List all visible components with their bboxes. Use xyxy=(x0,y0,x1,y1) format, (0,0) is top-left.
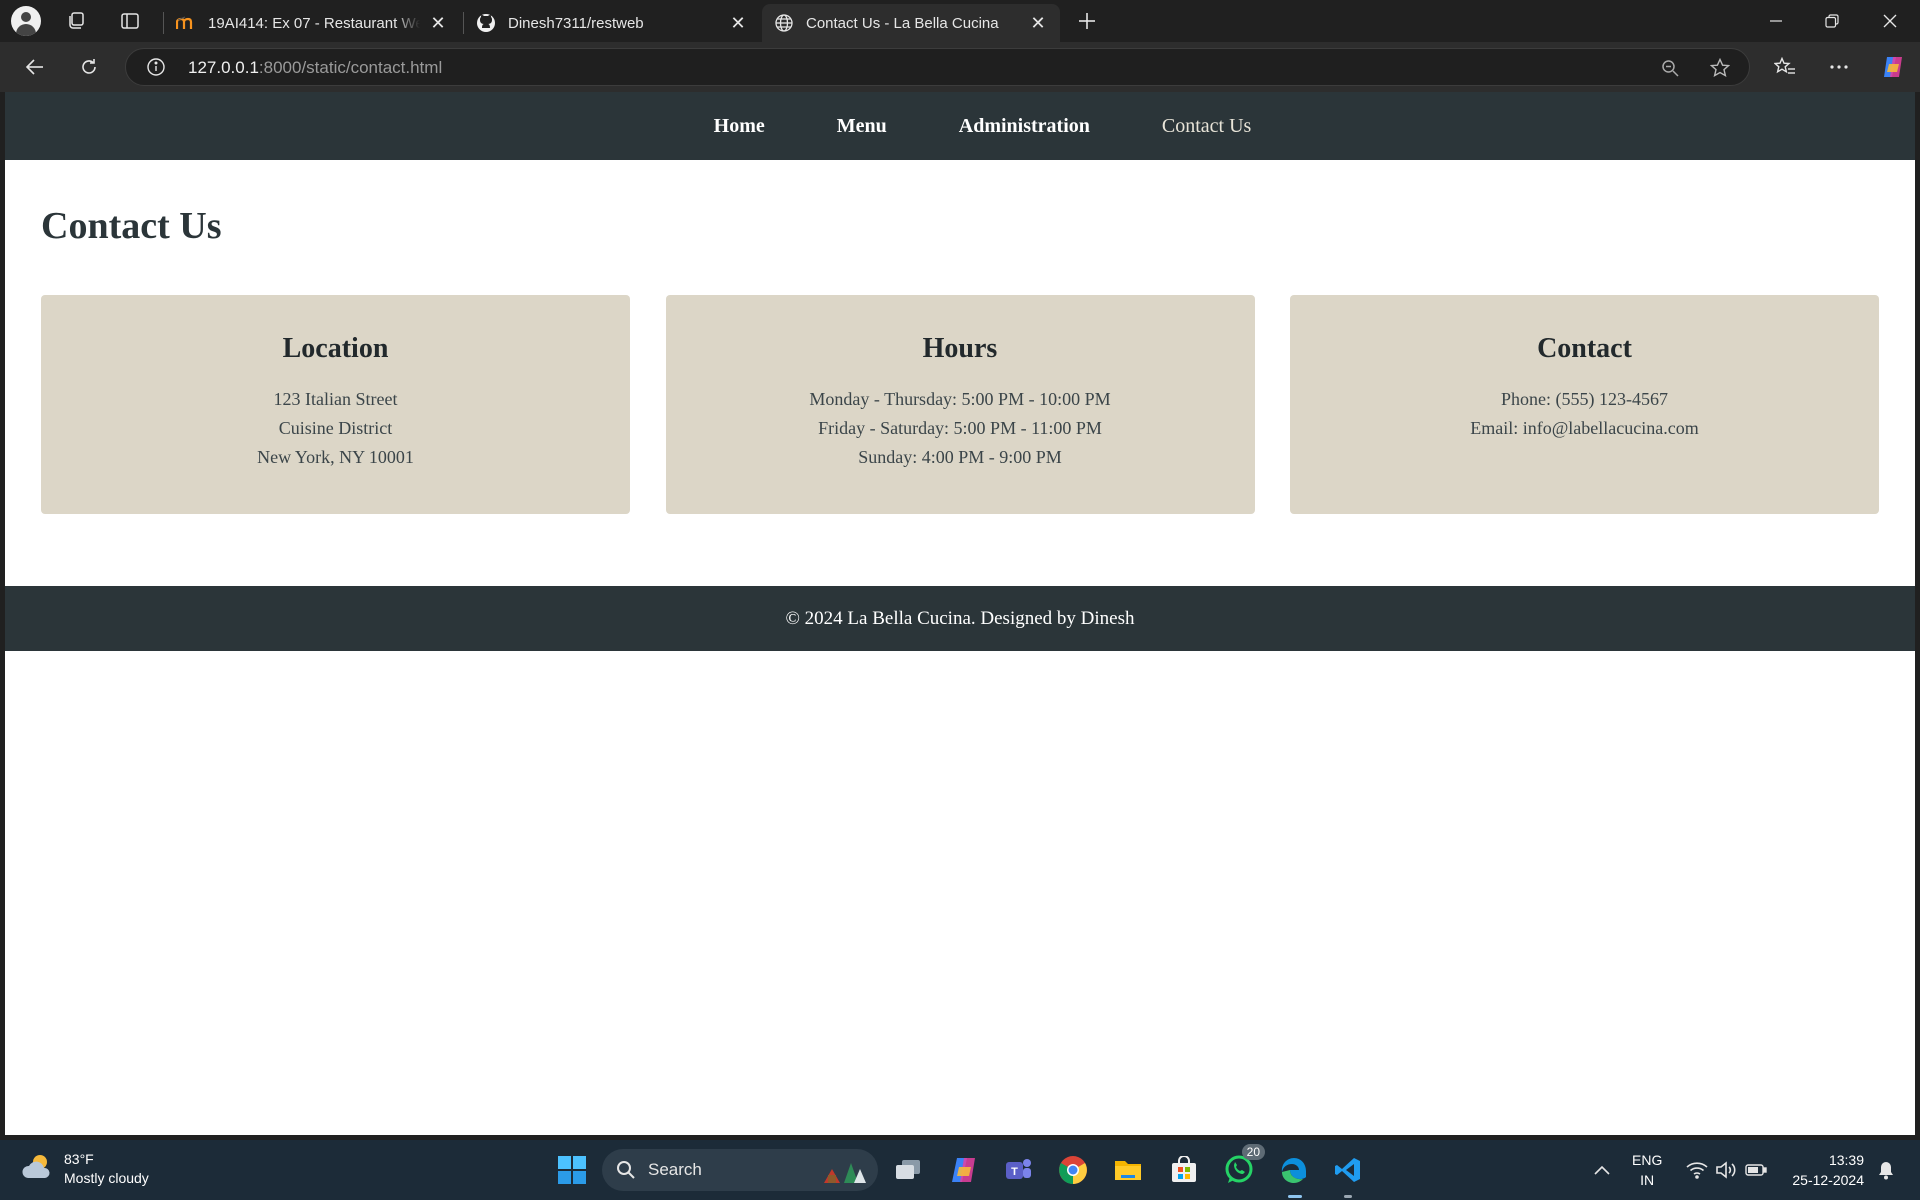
clock-date: 25-12-2024 xyxy=(1792,1172,1864,1188)
card-heading: Location xyxy=(282,333,389,364)
taskbar-search[interactable]: Search xyxy=(602,1149,878,1191)
more-options-icon[interactable] xyxy=(1822,50,1856,84)
nav-menu-link[interactable]: Menu xyxy=(837,115,887,138)
whatsapp-icon[interactable]: 20 xyxy=(1219,1144,1265,1190)
close-window-icon[interactable] xyxy=(1862,0,1918,42)
notification-badge: 20 xyxy=(1241,1144,1265,1160)
battery-icon[interactable] xyxy=(1736,1150,1776,1190)
refresh-icon[interactable] xyxy=(72,50,106,84)
language-code: ENG xyxy=(1632,1152,1663,1168)
close-tab-icon[interactable]: ✕ xyxy=(428,13,448,33)
edge-icon[interactable] xyxy=(1274,1150,1314,1198)
zoom-out-icon[interactable] xyxy=(1659,57,1681,79)
contact-card: Contact Phone: (555) 123-4567 Email: inf… xyxy=(1290,295,1879,514)
address-line: New York, NY 10001 xyxy=(257,447,414,467)
site-footer: © 2024 La Bella Cucina. Designed by Dine… xyxy=(5,586,1915,651)
new-tab-icon[interactable] xyxy=(1071,5,1103,37)
search-icon xyxy=(616,1160,636,1185)
hours-line: Monday - Thursday: 5:00 PM - 10:00 PM xyxy=(809,389,1111,409)
site-info-icon[interactable] xyxy=(146,57,166,77)
search-highlight-icon xyxy=(820,1155,870,1185)
vscode-icon[interactable] xyxy=(1328,1150,1368,1198)
page-title: Contact Us xyxy=(41,205,222,247)
clock-time: 13:39 xyxy=(1828,1152,1864,1168)
url-text[interactable]: 127.0.0.1:8000/static/contact.html xyxy=(188,58,442,78)
close-tab-icon[interactable]: ✕ xyxy=(1028,13,1048,33)
system-clock[interactable]: 13:39 25-12-2024 xyxy=(1792,1150,1864,1190)
browser-tab-bar: 19AI414: Ex 07 - Restaurant Webs ✕ Dines… xyxy=(0,0,1920,42)
location-card: Location 123 Italian Street Cuisine Dist… xyxy=(41,295,630,514)
back-icon[interactable] xyxy=(18,50,52,84)
card-heading: Contact xyxy=(1537,333,1632,364)
task-view-icon[interactable] xyxy=(888,1150,928,1190)
workspaces-icon[interactable] xyxy=(60,5,92,37)
copilot-app-icon[interactable] xyxy=(944,1150,984,1190)
url-path: :8000/static/contact.html xyxy=(258,58,443,77)
profile-avatar-icon[interactable] xyxy=(10,5,42,37)
close-tab-icon[interactable]: ✕ xyxy=(728,13,748,33)
phone-line: Phone: (555) 123-4567 xyxy=(1501,389,1668,409)
windows-start-icon[interactable] xyxy=(552,1150,592,1190)
tab-github[interactable]: Dinesh7311/restweb ✕ xyxy=(464,4,760,42)
tab-moodle[interactable]: 19AI414: Ex 07 - Restaurant Webs ✕ xyxy=(164,4,460,42)
address-line: 123 Italian Street xyxy=(273,389,398,409)
tab-title: Contact Us - La Bella Cucina xyxy=(806,14,999,32)
site-navbar: Home Menu Administration Contact Us xyxy=(5,92,1915,160)
nav-administration-link[interactable]: Administration xyxy=(959,115,1090,138)
windows-taskbar: 83°F Mostly cloudy Search T 20 ENG IN 13… xyxy=(0,1140,1920,1200)
svg-text:T: T xyxy=(1011,1166,1018,1178)
chevron-up-icon[interactable] xyxy=(1582,1150,1622,1190)
tab-title: 19AI414: Ex 07 - Restaurant Webs xyxy=(208,14,420,32)
moodle-icon xyxy=(176,13,196,33)
microsoft-store-icon[interactable] xyxy=(1164,1150,1204,1190)
teams-icon[interactable]: T xyxy=(998,1150,1038,1190)
language-indicator[interactable]: ENG IN xyxy=(1632,1150,1662,1190)
browser-toolbar: 127.0.0.1:8000/static/contact.html xyxy=(0,42,1920,92)
address-bar[interactable]: 127.0.0.1:8000/static/contact.html xyxy=(125,48,1750,86)
github-icon xyxy=(476,13,496,33)
chrome-icon[interactable] xyxy=(1053,1150,1093,1190)
favorite-star-icon[interactable] xyxy=(1709,57,1731,79)
nav-contact-link[interactable]: Contact Us xyxy=(1162,115,1251,138)
email-line: Email: info@labellacucina.com xyxy=(1470,418,1699,438)
running-indicator xyxy=(1344,1195,1352,1198)
copilot-icon[interactable] xyxy=(1876,50,1910,84)
web-page-viewport: Home Menu Administration Contact Us Cont… xyxy=(5,92,1915,1135)
restore-icon[interactable] xyxy=(1804,0,1860,42)
weather-temperature: 83°F xyxy=(64,1151,94,1167)
tab-contact-active[interactable]: Contact Us - La Bella Cucina ✕ xyxy=(762,4,1060,42)
nav-home-link[interactable]: Home xyxy=(714,115,765,138)
weather-description: Mostly cloudy xyxy=(64,1170,149,1186)
running-indicator xyxy=(1288,1195,1302,1198)
hours-line: Sunday: 4:00 PM - 9:00 PM xyxy=(858,447,1062,467)
region-code: IN xyxy=(1640,1172,1655,1188)
hours-line: Friday - Saturday: 5:00 PM - 11:00 PM xyxy=(818,418,1102,438)
search-label: Search xyxy=(648,1160,702,1179)
contact-cards: Location 123 Italian Street Cuisine Dist… xyxy=(41,295,1879,514)
card-heading: Hours xyxy=(922,333,998,364)
tab-actions-icon[interactable] xyxy=(114,5,146,37)
globe-icon xyxy=(774,13,794,33)
favorites-icon[interactable] xyxy=(1768,50,1802,84)
cloudy-weather-icon xyxy=(20,1152,54,1187)
url-host: 127.0.0.1 xyxy=(188,58,259,77)
tab-title: Dinesh7311/restweb xyxy=(508,14,644,32)
weather-widget[interactable]: 83°F Mostly cloudy xyxy=(20,1150,149,1188)
minimize-icon[interactable] xyxy=(1748,0,1804,42)
file-explorer-icon[interactable] xyxy=(1108,1150,1148,1190)
address-line: Cuisine District xyxy=(278,418,393,438)
notification-bell-icon[interactable] xyxy=(1866,1150,1906,1190)
hours-card: Hours Monday - Thursday: 5:00 PM - 10:00… xyxy=(665,295,1255,514)
